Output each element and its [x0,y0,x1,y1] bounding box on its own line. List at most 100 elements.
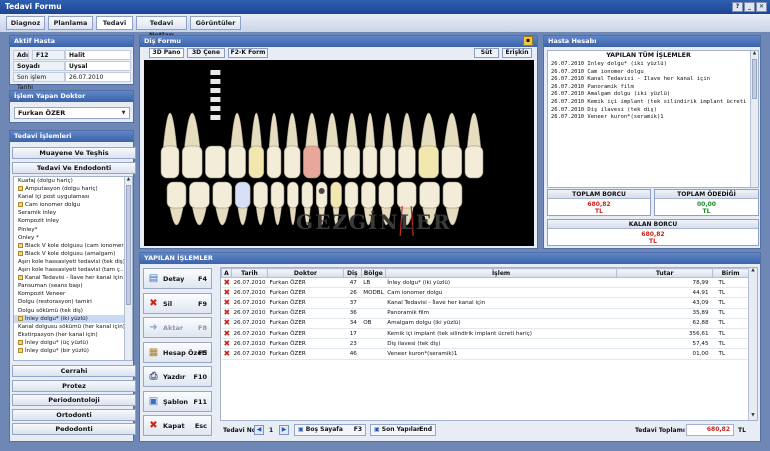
tab-goruntuler[interactable]: Görüntüler [190,16,241,30]
delete-row-icon[interactable]: ✖ [224,278,231,287]
col-doktor[interactable]: Doktor [266,268,344,278]
treatment-item[interactable]: İnley dolgu* (iki yüzlü) [14,314,124,323]
treatment-item[interactable]: Amputasyon (dolgu hariç) [14,185,124,193]
şablon-button[interactable]: ▣ Şablon F11 [143,390,212,412]
delete-row-icon[interactable]: ✖ [224,349,231,358]
group-ortodonti-button[interactable]: Ortodonti [12,408,136,421]
treatment-item[interactable]: Onley * [14,234,124,242]
upper-tooth-crown[interactable] [266,145,282,179]
checkbox-icon[interactable] [18,347,23,353]
lower-tooth-crown[interactable] [315,181,328,209]
upper-tooth-crown[interactable] [362,145,378,179]
col-bolge[interactable]: Bölge [360,268,386,278]
upper-tooth-crown[interactable] [283,145,301,179]
close-button[interactable]: ✕ [756,2,767,12]
sil-button[interactable]: ✖ Sil F9 [143,292,212,314]
treatment-item[interactable]: Kanal Tedavisi - İlave her kanal için [14,274,124,282]
upper-tooth-crown[interactable] [228,145,246,179]
account-entry[interactable]: 26.07.2010 İnley dolgu* (iki yüzlü) [551,61,748,69]
col-a[interactable]: A [221,268,232,278]
delete-row-icon[interactable]: ✖ [224,298,231,307]
chart-menu-icon[interactable]: ▪ [523,36,533,46]
upper-tooth-crown[interactable] [441,145,463,179]
tab-f2k-form[interactable]: F2-K Form [228,48,268,58]
upper-tooth-crown[interactable] [464,145,484,179]
lower-tooth-crown[interactable] [212,181,233,209]
upper-tooth-crown[interactable] [205,145,226,179]
account-entry[interactable]: 26.07.2010 Cam ionomer dolgu [551,69,748,77]
treatment-item[interactable]: Kanal içi post uygulaması [14,193,124,201]
aktar-button[interactable]: ➜ Aktar F8 [143,317,212,338]
group-periodontoloji-button[interactable]: Periodontoloji [12,394,136,406]
upper-tooth-crown[interactable] [323,145,341,179]
doctor-select[interactable]: Furkan ÖZER ▼ [14,107,130,119]
checkbox-icon[interactable] [18,250,23,256]
delete-row-icon[interactable]: ✖ [224,329,231,338]
treatment-item[interactable]: Pansuman (seans başı) [14,282,124,290]
account-entry[interactable]: 26.07.2010 Panoramik film [551,84,748,92]
upper-tooth-crown[interactable] [379,145,396,179]
lower-tooth-crown[interactable] [234,181,251,209]
lower-tooth-crown[interactable] [361,181,376,209]
treatment-item[interactable]: Aşırı kole hassasiyeti tedavisi (tek diş… [14,258,124,266]
upper-tooth-crown[interactable] [418,145,439,179]
col-islem[interactable]: İşlem [384,268,618,278]
delete-row-icon[interactable]: ✖ [224,318,231,327]
tab-sut[interactable]: Süt [474,48,499,58]
group-tedavi-endodonti-button[interactable]: Tedavi Ve Endodonti [12,162,136,174]
col-tutar[interactable]: Tutar [616,268,714,278]
lower-tooth-crown[interactable] [344,181,359,209]
upper-tooth-crown[interactable] [248,145,265,179]
help-button[interactable]: ? [732,2,743,12]
scroll-up-icon[interactable]: ▲ [751,51,758,58]
lower-tooth-crown[interactable] [442,181,463,209]
treatment-item[interactable]: İnley dolgu* (bir yüzlü) [14,347,124,355]
tab-diagnoz[interactable]: Diagnoz [6,16,45,30]
table-row[interactable]: ✖ 26.07.2010 Furkan ÖZER 37 Kanal Tedavisi -… [221,297,749,309]
scroll-thumb[interactable] [126,185,131,305]
detay-button[interactable]: ▤ Detay F4 [143,268,212,289]
lower-tooth-crown[interactable] [287,181,299,209]
scroll-up-icon[interactable]: ▲ [125,177,132,184]
lower-tooth-crown[interactable] [189,181,210,209]
lower-tooth-crown[interactable] [396,181,417,209]
table-row[interactable]: ✖ 26.07.2010 Furkan ÖZER 46 Veneer kuron*(se… [221,348,749,360]
treatment-item[interactable]: Ekstirpasyon (her kanal için) [14,331,124,339]
minimize-button[interactable]: _ [744,2,755,12]
account-entry[interactable]: 26.07.2010 Kemik içi implant (tek silind… [551,99,748,107]
upper-tooth-crown[interactable] [398,145,416,179]
yazdır-button[interactable]: ⎙ Yazdır F10 [143,366,212,387]
checkbox-icon[interactable] [18,339,23,345]
treatments-scrollbar[interactable]: ▲ [124,177,132,360]
lower-tooth-crown[interactable] [330,181,342,209]
treatment-item[interactable]: Black V kole dolgusu (cam ionomer) [14,242,124,250]
upper-tooth-crown[interactable] [303,145,321,179]
lower-tooth-crown[interactable] [378,181,395,209]
treatment-item[interactable]: Pinley* [14,226,124,234]
col-dis[interactable]: Diş [342,268,362,278]
treatment-item[interactable]: Kompozit inley [14,217,124,225]
group-protez-button[interactable]: Protez [12,379,136,392]
group-cerrahi-button[interactable]: Cerrahi [12,365,136,377]
scroll-thumb[interactable] [752,59,757,99]
account-scrollbar[interactable]: ▲ [750,51,758,187]
account-entry[interactable]: 26.07.2010 Kanal Tedavisi - İlave her ka… [551,76,748,84]
empty-page-button[interactable]: ▣ Boş Sayafa F3 [294,424,366,436]
scroll-up-icon[interactable]: ▲ [749,268,757,275]
account-entry[interactable]: 26.07.2010 Veneer kuron*(seramik)1 [551,114,748,122]
account-entry[interactable]: 26.07.2010 Diş ilavesi (tek diş) [551,107,748,115]
delete-row-icon[interactable]: ✖ [224,288,231,297]
all-procedures-list[interactable]: YAPILAN TÜM İŞLEMLER 26.07.2010 İnley do… [547,50,759,188]
lower-tooth-crown[interactable] [166,181,187,209]
group-pedodonti-button[interactable]: Pedodonti [12,423,136,435]
treatment-item[interactable]: Kompozit Veneer [14,290,124,298]
treatment-item[interactable]: Dolgu sökümü (tek diş) [14,307,124,315]
checkbox-icon[interactable] [18,315,23,321]
prev-arrow-icon[interactable]: ◀ [254,425,264,435]
checkbox-icon[interactable] [18,242,23,248]
treatment-item[interactable]: Cam ionomer dolgu [14,201,124,209]
tab-3d-pano[interactable]: 3D Pano [149,48,184,58]
table-row[interactable]: ✖ 26.07.2010 Furkan ÖZER 36 Panoramik film 35… [221,308,749,319]
tab-tedavi[interactable]: Tedavi [96,16,133,30]
group-muayene-button[interactable]: Muayene Ve Teşhis [12,147,136,159]
